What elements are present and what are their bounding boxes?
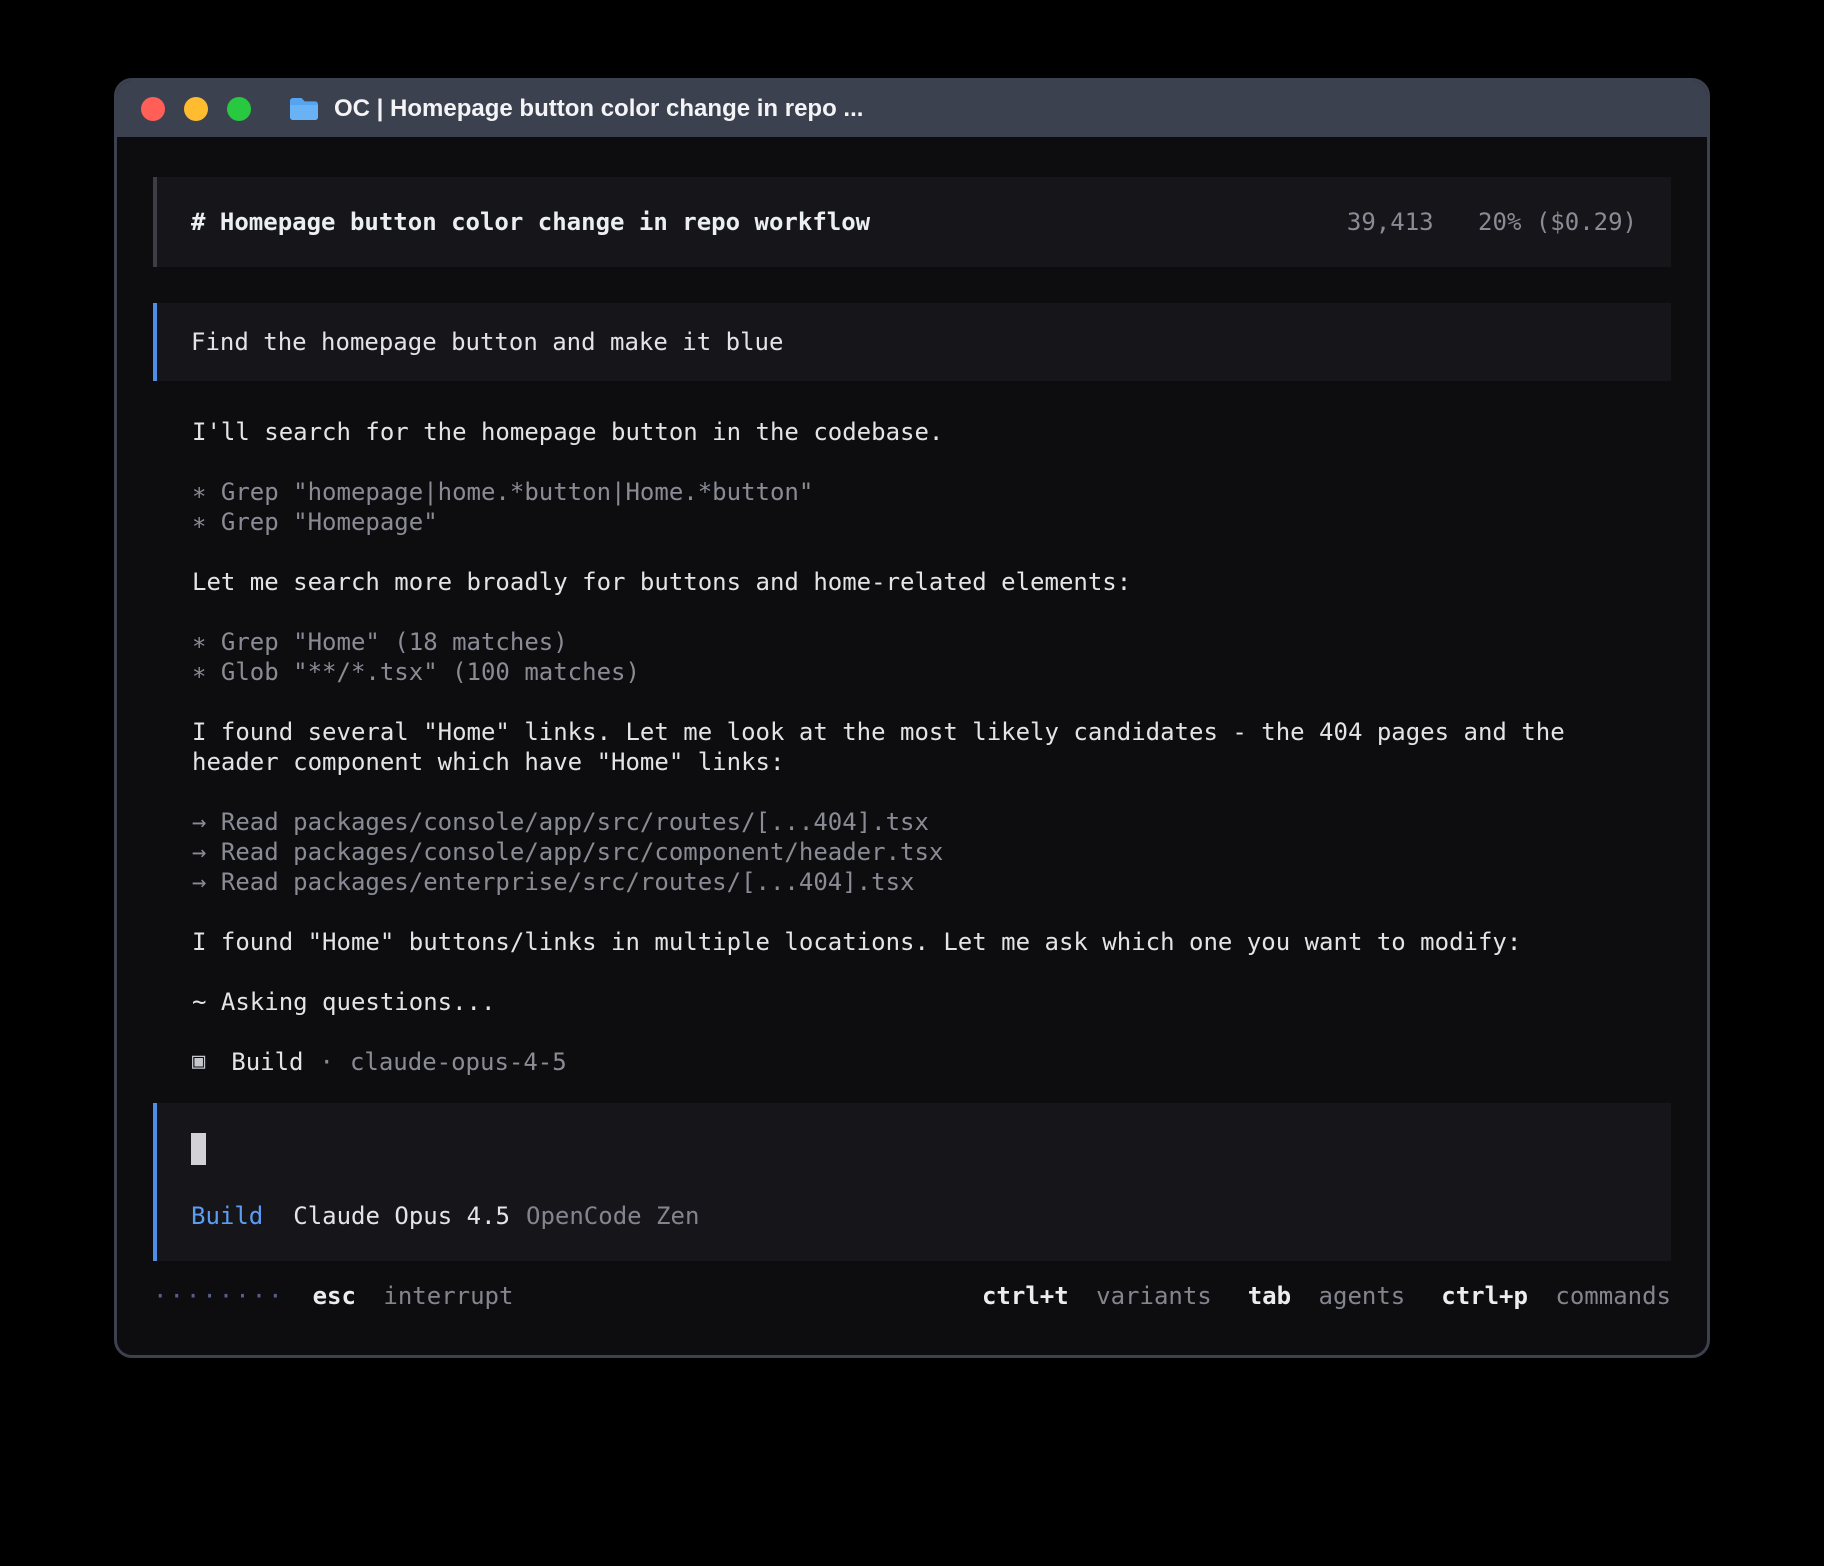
keyboard-hint-commands: ctrl+p commands	[1441, 1281, 1671, 1311]
agent-icon: ▣	[192, 1047, 205, 1077]
keyboard-hint-interrupt: esc interrupt	[313, 1281, 514, 1311]
file-read-group: → Read packages/console/app/src/routes/[…	[192, 807, 1671, 897]
titlebar: OC | Homepage button color change in rep…	[117, 81, 1707, 137]
hint-key: ctrl+t	[982, 1282, 1069, 1310]
status-line: ~ Asking questions...	[192, 987, 1671, 1017]
tool-call-line: ∗ Glob "**/*.tsx" (100 matches)	[192, 657, 1671, 687]
terminal-content: # Homepage button color change in repo w…	[117, 137, 1707, 1261]
status-bar: ········ esc interrupt ctrl+t variants t…	[117, 1281, 1707, 1311]
mode-indicator[interactable]: Build	[191, 1201, 263, 1231]
agent-separator: ·	[320, 1047, 334, 1077]
status-group: ~ Asking questions...	[192, 987, 1671, 1017]
assistant-response: I'll search for the homepage button in t…	[153, 417, 1671, 1077]
message-text: I found "Home" buttons/links in multiple…	[192, 927, 1671, 957]
tool-call-line: ∗ Grep "Home" (18 matches)	[192, 627, 1671, 657]
hint-label: commands	[1555, 1282, 1671, 1310]
hint-label: variants	[1096, 1282, 1212, 1310]
message-text: I found several "Home" links. Let me loo…	[192, 717, 1632, 777]
spinner-dots: ········	[153, 1281, 285, 1311]
terminal-window: OC | Homepage button color change in rep…	[114, 78, 1710, 1358]
message-group: I found several "Home" links. Let me loo…	[192, 717, 1671, 777]
provider-name: OpenCode Zen	[526, 1201, 699, 1231]
hint-key: ctrl+p	[1441, 1282, 1528, 1310]
tool-call-group: ∗ Grep "homepage|home.*button|Home.*butt…	[192, 477, 1671, 537]
message-text: I'll search for the homepage button in t…	[192, 417, 1671, 447]
tool-call-line: ∗ Grep "Homepage"	[192, 507, 1671, 537]
agent-name: Build	[231, 1047, 303, 1077]
file-read-line: → Read packages/console/app/src/componen…	[192, 837, 1671, 867]
context-usage: 20% ($0.29)	[1478, 208, 1637, 236]
prompt-input[interactable]: Build Claude Opus 4.5 OpenCode Zen	[153, 1103, 1671, 1261]
message-group: I'll search for the homepage button in t…	[192, 417, 1671, 447]
window-title: OC | Homepage button color change in rep…	[334, 95, 863, 123]
session-title: # Homepage button color change in repo w…	[191, 207, 870, 237]
keyboard-hint-agents: tab agents	[1248, 1281, 1406, 1311]
file-read-line: → Read packages/console/app/src/routes/[…	[192, 807, 1671, 837]
close-button[interactable]	[141, 97, 165, 121]
hint-key: esc	[313, 1282, 356, 1310]
message-text: Let me search more broadly for buttons a…	[192, 567, 1671, 597]
tool-call-line: ∗ Grep "homepage|home.*button|Home.*butt…	[192, 477, 1671, 507]
hint-label: interrupt	[383, 1282, 513, 1310]
agent-badge: ▣ Build · claude-opus-4-5	[192, 1047, 1671, 1077]
status-bar-left: ········ esc interrupt	[153, 1281, 513, 1311]
message-group: I found "Home" buttons/links in multiple…	[192, 927, 1671, 957]
model-row: Build Claude Opus 4.5 OpenCode Zen	[191, 1201, 1637, 1231]
text-cursor	[191, 1133, 206, 1165]
hint-key: tab	[1248, 1282, 1291, 1310]
zoom-button[interactable]	[227, 97, 251, 121]
session-stats: 39,413 20% ($0.29)	[1347, 207, 1637, 237]
user-message: Find the homepage button and make it blu…	[153, 303, 1671, 381]
folder-icon	[288, 96, 320, 122]
token-count: 39,413	[1347, 208, 1434, 236]
keyboard-hint-variants: ctrl+t variants	[982, 1281, 1212, 1311]
message-group: Let me search more broadly for buttons a…	[192, 567, 1671, 597]
status-bar-right: ctrl+t variants tab agents ctrl+p comman…	[946, 1281, 1671, 1311]
traffic-lights	[141, 97, 270, 121]
user-message-text: Find the homepage button and make it blu…	[191, 328, 783, 356]
tool-call-group: ∗ Grep "Home" (18 matches) ∗ Glob "**/*.…	[192, 627, 1671, 687]
minimize-button[interactable]	[184, 97, 208, 121]
session-header: # Homepage button color change in repo w…	[153, 177, 1671, 267]
hint-label: agents	[1319, 1282, 1406, 1310]
file-read-line: → Read packages/enterprise/src/routes/[.…	[192, 867, 1671, 897]
agent-model: claude-opus-4-5	[350, 1047, 567, 1077]
model-name[interactable]: Claude Opus 4.5	[293, 1201, 510, 1231]
